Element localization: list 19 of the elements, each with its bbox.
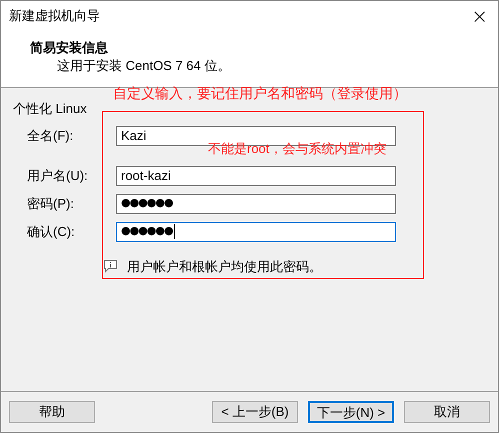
next-button[interactable]: 下一步(N) > xyxy=(308,401,394,423)
page-title: 简易安装信息 xyxy=(30,39,109,57)
section-title: 个性化 Linux xyxy=(13,100,87,118)
field-label: 用户名(U): xyxy=(27,166,89,185)
cancel-button[interactable]: 取消 xyxy=(404,401,490,423)
input-field[interactable]: ●●●●●● xyxy=(116,222,396,242)
note-text: 用户帐户和根帐户均使用此密码。 xyxy=(127,258,322,276)
info-icon xyxy=(103,259,118,274)
annotation-text: 自定义输入，要记住用户名和密码（登录使用） xyxy=(113,85,407,101)
help-button[interactable]: 帮助 xyxy=(9,401,95,423)
input-field[interactable]: root-kazi xyxy=(116,166,396,186)
window-title: 新建虚拟机向导 xyxy=(9,7,100,26)
close-button[interactable]: × xyxy=(471,6,488,26)
input-field[interactable]: ●●●●●● xyxy=(116,194,396,214)
field-label: 密码(P): xyxy=(27,194,75,213)
back-button[interactable]: < 上一步(B) xyxy=(212,401,298,423)
page-subtitle: 这用于安装 CentOS 7 64 位。 xyxy=(56,57,232,75)
field-label: 全名(F): xyxy=(27,126,74,145)
field-label: 确认(C): xyxy=(27,222,76,241)
